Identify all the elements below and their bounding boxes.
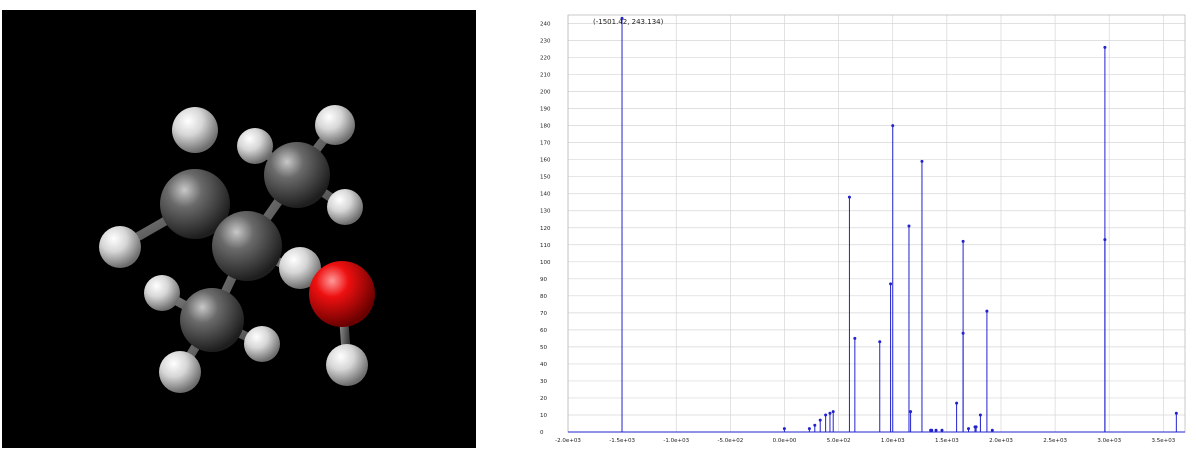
- y-tick-label: 50: [540, 345, 547, 351]
- y-tick-label: 160: [540, 158, 551, 164]
- peak-marker: [940, 428, 944, 432]
- carbon-atom[interactable]: [264, 142, 330, 208]
- hydrogen-atom[interactable]: [172, 107, 218, 153]
- y-tick-label: 90: [540, 277, 547, 283]
- peak-marker: [891, 124, 895, 128]
- y-tick-label: 100: [540, 260, 551, 266]
- x-tick-label: 1.5e+03: [935, 438, 959, 444]
- x-tick-label: 3.5e+03: [1151, 438, 1175, 444]
- y-tick-label: 40: [540, 362, 547, 368]
- carbon-atom[interactable]: [180, 288, 244, 352]
- peak-marker: [985, 309, 989, 313]
- y-tick-label: 230: [540, 39, 551, 45]
- hydrogen-atom[interactable]: [327, 189, 363, 225]
- x-tick-label: 0.0e+00: [773, 438, 797, 444]
- peak-marker: [934, 428, 938, 432]
- y-tick-label: 170: [540, 141, 551, 147]
- spectrum-plot[interactable]: 0 10 20 30 40 50 60 70 80 90 100 110 120 130 140 150 160…: [530, 0, 1196, 450]
- peak-marker: [831, 410, 835, 414]
- y-tick-label: 240: [540, 22, 551, 28]
- y-tick-label: 210: [540, 73, 551, 79]
- x-tick-label: 2.0e+03: [989, 438, 1013, 444]
- peak-marker: [828, 411, 832, 415]
- hydrogen-atom[interactable]: [326, 344, 368, 386]
- peak-marker: [990, 428, 994, 432]
- peak-marker: [920, 159, 924, 163]
- molecule-viewer[interactable]: [2, 10, 476, 448]
- peak-marker: [782, 427, 786, 431]
- hydrogen-atom[interactable]: [144, 275, 180, 311]
- hydrogen-atom[interactable]: [244, 326, 280, 362]
- y-tick-label: 140: [540, 192, 551, 198]
- carbon-atom[interactable]: [212, 211, 282, 281]
- peak-marker: [1103, 45, 1107, 49]
- peak-marker: [961, 239, 965, 243]
- peak-marker: [909, 410, 913, 414]
- peak-marker: [824, 413, 828, 417]
- y-tick-label: 130: [540, 209, 551, 215]
- oxygen-atom[interactable]: [309, 261, 375, 327]
- y-tick-label: 0: [540, 430, 544, 436]
- peak-marker: [878, 340, 882, 344]
- hydrogen-atom[interactable]: [237, 128, 273, 164]
- peak-marker: [973, 425, 977, 429]
- y-tick-label: 190: [540, 107, 551, 113]
- y-tick-label: 220: [540, 56, 551, 62]
- x-tick-label: -5.0e+02: [718, 438, 744, 444]
- x-tick-label: -2.0e+03: [555, 438, 581, 444]
- hydrogen-atom[interactable]: [315, 105, 355, 145]
- peak-marker: [889, 282, 893, 286]
- y-tick-label: 110: [540, 243, 551, 249]
- x-tick-label: 5.0e+02: [827, 438, 851, 444]
- y-tick-label: 80: [540, 294, 547, 300]
- y-tick-label: 120: [540, 226, 551, 232]
- peak-marker: [818, 418, 822, 422]
- y-tick-label: 60: [540, 328, 547, 334]
- cursor-coordinate-readout: (-1501.42, 243.134): [593, 18, 664, 26]
- y-tick-label: 150: [540, 175, 551, 181]
- y-tick-label: 70: [540, 311, 547, 317]
- peak-marker: [847, 195, 851, 199]
- plot-background: [530, 0, 1196, 450]
- y-tick-label: 30: [540, 379, 547, 385]
- peak-marker: [807, 427, 811, 431]
- x-tick-label: 2.5e+03: [1043, 438, 1067, 444]
- peak-marker: [813, 423, 817, 427]
- y-tick-label: 200: [540, 90, 551, 96]
- y-tick-label: 20: [540, 396, 547, 402]
- x-tick-label: 1.0e+03: [881, 438, 905, 444]
- spectrum-canvas[interactable]: 0 10 20 30 40 50 60 70 80 90 100 110 120 130 140 150 160…: [530, 0, 1196, 450]
- peak-marker: [978, 413, 982, 417]
- peak-marker: [929, 428, 933, 432]
- x-tick-label: -1.0e+03: [663, 438, 689, 444]
- peak-marker: [961, 331, 965, 335]
- hydrogen-atom[interactable]: [99, 226, 141, 268]
- molecule-ball-and-stick-model[interactable]: [2, 10, 476, 448]
- peak-marker: [1174, 411, 1178, 415]
- y-tick-label: 180: [540, 124, 551, 130]
- hydrogen-atom[interactable]: [159, 351, 201, 393]
- x-tick-label: -1.5e+03: [609, 438, 635, 444]
- peak-marker: [853, 336, 857, 340]
- peak-marker: [955, 401, 959, 405]
- x-tick-label: 3.0e+03: [1097, 438, 1121, 444]
- y-tick-label: 10: [540, 413, 547, 419]
- peak-marker: [907, 224, 911, 228]
- peak-marker: [967, 427, 971, 431]
